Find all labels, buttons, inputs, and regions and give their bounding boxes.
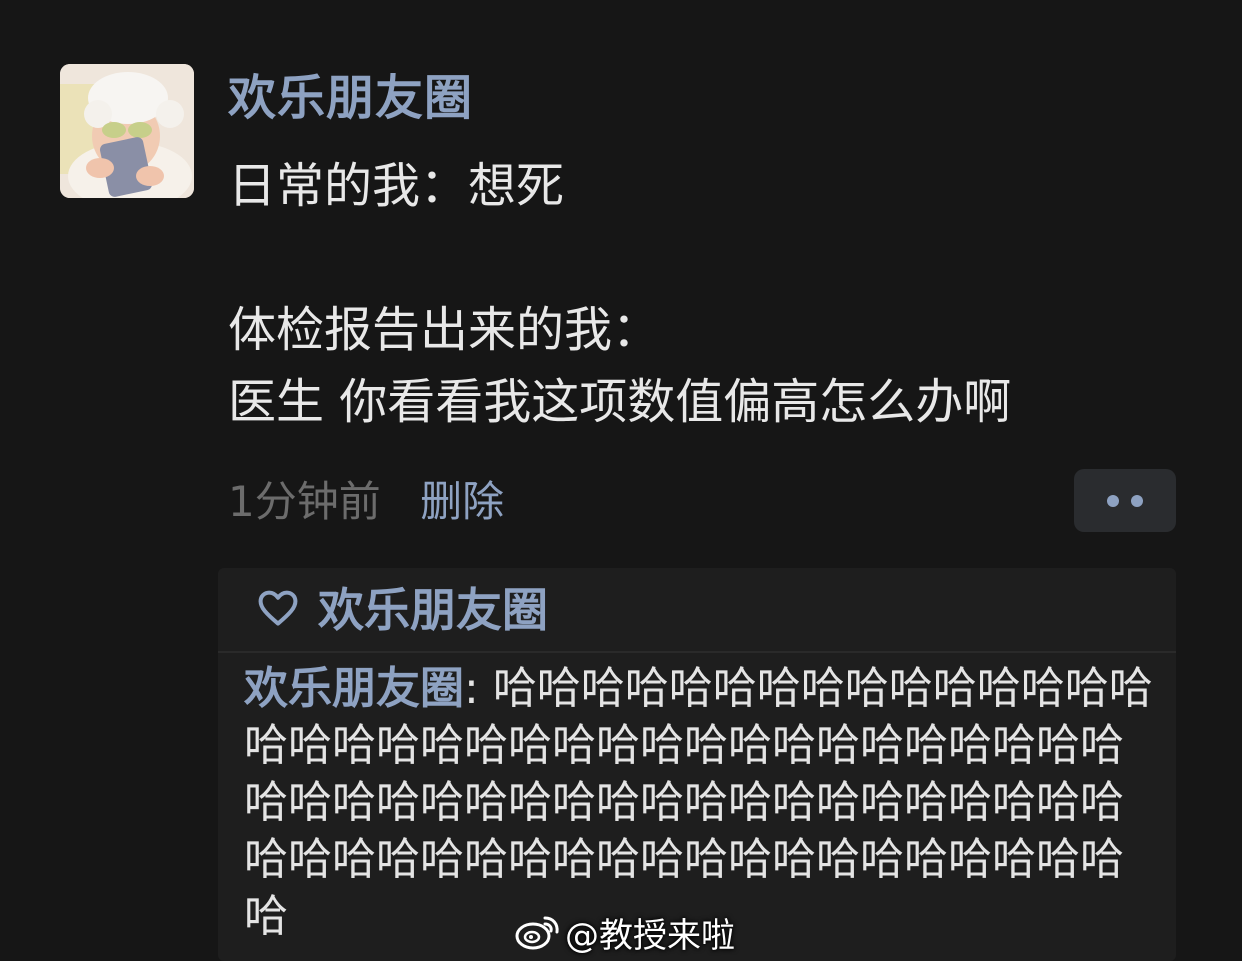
delete-link[interactable]: 删除 bbox=[420, 477, 504, 526]
more-dots-icon bbox=[1107, 495, 1119, 507]
post-content: 日常的我：想死 体检报告出来的我： 医生 你看看我这项数值偏高怎么办啊 bbox=[228, 150, 1011, 438]
more-options-button[interactable] bbox=[1074, 469, 1176, 532]
post-line: 体检报告出来的我： bbox=[228, 302, 661, 358]
like-user-name[interactable]: 欢乐朋友圈 bbox=[318, 578, 548, 642]
weibo-icon bbox=[515, 916, 559, 950]
post-line: 医生 你看看我这项数值偏高怎么办啊 bbox=[228, 374, 1012, 430]
watermark-text: @教授来啦 bbox=[565, 915, 735, 956]
avatar[interactable] bbox=[60, 64, 194, 198]
post-line: 日常的我：想死 bbox=[228, 158, 565, 214]
comment-separator: : bbox=[464, 663, 493, 714]
likes-row: 欢乐朋友圈 bbox=[218, 568, 1176, 653]
post-timestamp: 1分钟前 bbox=[228, 477, 381, 526]
more-dots-icon bbox=[1131, 495, 1143, 507]
comment-item[interactable]: 欢乐朋友圈: 哈哈哈哈哈哈哈哈哈哈哈哈哈哈哈哈哈哈哈哈哈哈哈哈哈哈哈哈哈哈哈哈哈… bbox=[244, 660, 1154, 945]
avatar-image bbox=[60, 64, 194, 198]
watermark: @教授来啦 bbox=[515, 906, 735, 958]
interactions-panel: 欢乐朋友圈 欢乐朋友圈: 哈哈哈哈哈哈哈哈哈哈哈哈哈哈哈哈哈哈哈哈哈哈哈哈哈哈哈… bbox=[218, 568, 1176, 961]
post-author[interactable]: 欢乐朋友圈 bbox=[228, 66, 473, 130]
post-meta: 1分钟前 删除 bbox=[228, 474, 504, 530]
comment-author[interactable]: 欢乐朋友圈 bbox=[244, 663, 464, 714]
heart-icon bbox=[258, 590, 298, 626]
post-line bbox=[228, 222, 1011, 294]
